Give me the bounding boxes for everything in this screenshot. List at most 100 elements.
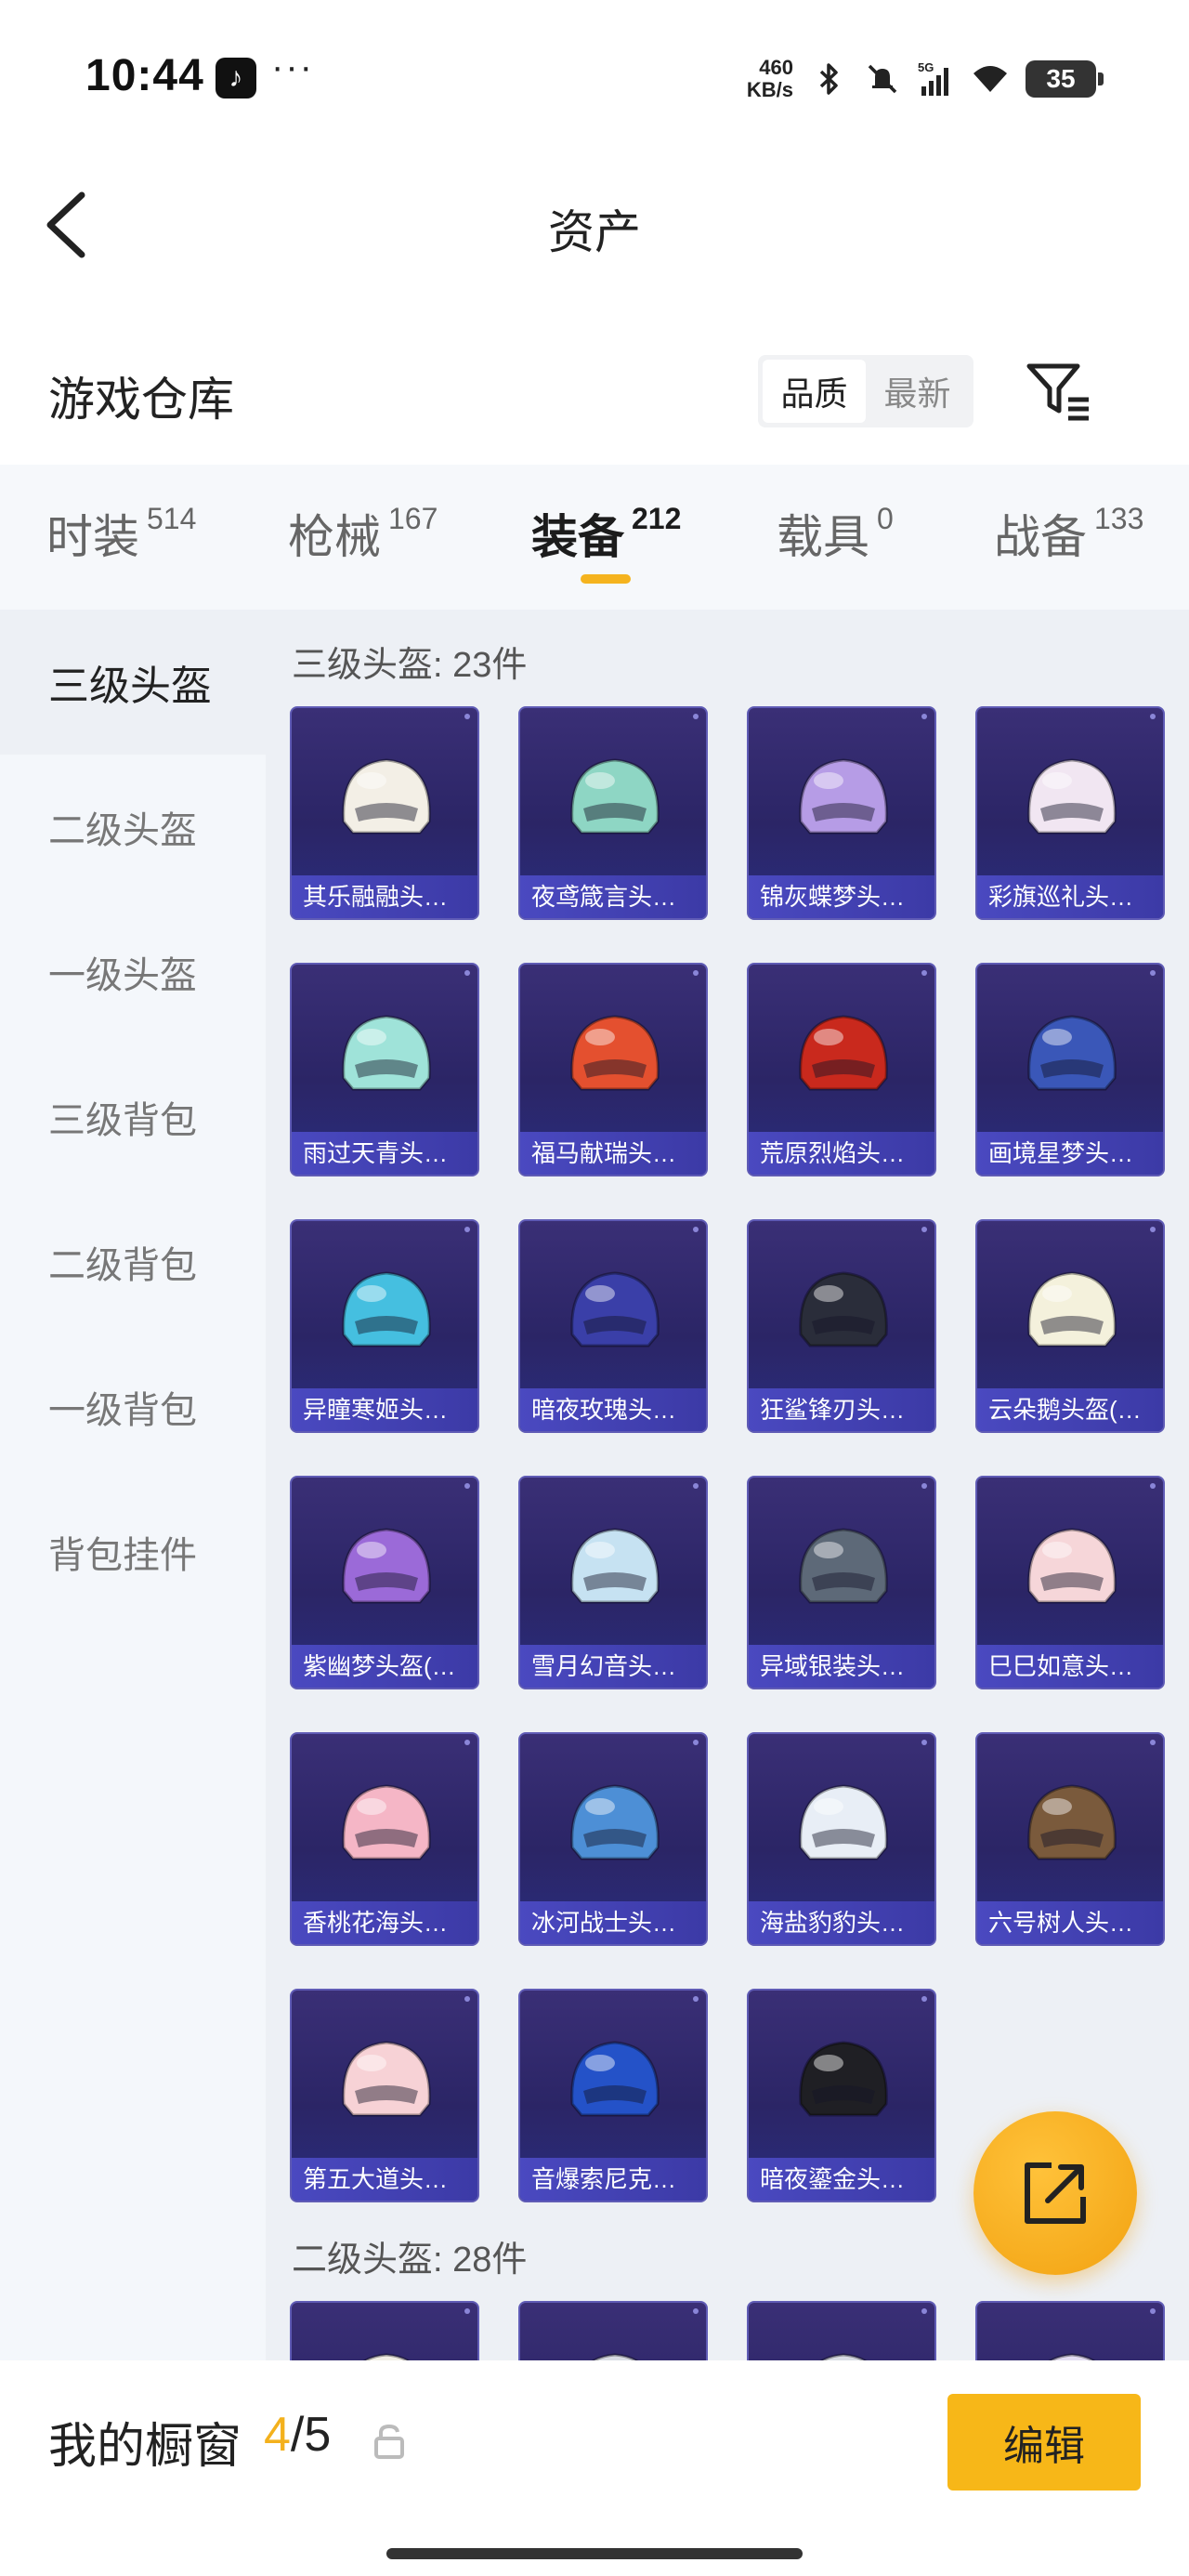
showcase-separator: /	[290, 2408, 305, 2462]
item-card[interactable]: 雨过天青头…	[290, 963, 479, 1176]
item-name: 音爆索尼克…	[520, 2158, 706, 2201]
card-corner-mark	[464, 1740, 470, 1745]
item-name: 雨过天青头…	[292, 1132, 477, 1175]
mute-icon	[868, 64, 897, 94]
item-card[interactable]: 画境星梦头…	[975, 963, 1165, 1176]
item-card[interactable]: 福马献瑞头…	[518, 963, 708, 1176]
sort-newest-option[interactable]: 最新	[866, 360, 969, 423]
item-card[interactable]	[975, 2301, 1165, 2360]
helmet-icon	[819, 2353, 868, 2360]
tab-equipment[interactable]: 装备 212	[531, 500, 681, 567]
net-speed-value: 460	[759, 56, 793, 79]
helmet-icon	[1048, 2353, 1096, 2360]
helmet-icon	[342, 1015, 431, 1091]
card-corner-mark	[693, 1740, 699, 1745]
sidebar-item-level3-helmet[interactable]: 三级头盔	[0, 610, 266, 755]
card-corner-mark	[921, 970, 927, 976]
helmet-icon	[570, 1271, 660, 1347]
tab-label: 枪械	[288, 511, 381, 563]
item-card[interactable]: 海盐豹豹头…	[747, 1732, 936, 1946]
item-name: 夜鸢箴言头…	[520, 875, 706, 918]
item-card[interactable]: 夜鸢箴言头…	[518, 706, 708, 920]
item-name: 异瞳寒姬头…	[292, 1388, 477, 1431]
item-card[interactable]: 其乐融融头…	[290, 706, 479, 920]
item-name: 云朵鹅头盔(…	[977, 1388, 1163, 1431]
status-time: 10:44	[85, 51, 204, 100]
item-card[interactable]: 锦灰蝶梦头…	[747, 706, 936, 920]
item-card[interactable]: 冰河战士头…	[518, 1732, 708, 1946]
item-name: 第五大道头…	[292, 2158, 477, 2201]
sidebar-item-level2-helmet[interactable]: 二级头盔	[0, 755, 266, 900]
sidebar-item-level3-backpack[interactable]: 三级背包	[0, 1045, 266, 1189]
item-card[interactable]: 异瞳寒姬头…	[290, 1219, 479, 1433]
content-area: 三级头盔 二级头盔 一级头盔 三级背包 二级背包 一级背包 背包挂件 三级头盔:…	[0, 610, 1189, 2360]
card-corner-mark	[1150, 714, 1156, 719]
item-card[interactable]: 荒原烈焰头…	[747, 963, 936, 1176]
sidebar-item-backpack-pendant[interactable]: 背包挂件	[0, 1479, 266, 1624]
item-card[interactable]: 异域银装头…	[747, 1476, 936, 1689]
tab-count: 133	[1094, 502, 1144, 535]
helmet-icon	[342, 1528, 431, 1604]
item-card[interactable]: 暗夜鎏金头…	[747, 1989, 936, 2202]
helmet-icon	[362, 2353, 411, 2360]
filter-icon[interactable]	[1022, 353, 1096, 427]
item-card[interactable]: 彩旗巡礼头…	[975, 706, 1165, 920]
item-card[interactable]: 雪月幻音头…	[518, 1476, 708, 1689]
item-card[interactable]: 第五大道头…	[290, 1989, 479, 2202]
item-card[interactable]: 香桃花海头…	[290, 1732, 479, 1946]
status-bar: 10:44 ♪ ··· 460 KB/s 5G 35	[0, 0, 1189, 158]
wifi-icon	[973, 66, 1007, 92]
tab-guns[interactable]: 枪械 167	[288, 500, 438, 567]
tab-count: 0	[877, 502, 894, 535]
helmet-icon	[342, 2041, 431, 2117]
helmet-icon	[1027, 1015, 1117, 1091]
tab-vehicles[interactable]: 载具 0	[777, 500, 894, 567]
battery-icon: 35	[1026, 60, 1104, 98]
item-name: 画境星梦头…	[977, 1132, 1163, 1175]
item-name: 异域银装头…	[749, 1645, 934, 1688]
card-corner-mark	[1150, 970, 1156, 976]
item-card[interactable]: 狂鲨锋刃头…	[747, 1219, 936, 1433]
item-name: 锦灰蝶梦头…	[749, 875, 934, 918]
item-card[interactable]: 音爆索尼克…	[518, 1989, 708, 2202]
item-card[interactable]	[747, 2301, 936, 2360]
edit-button[interactable]: 编辑	[947, 2394, 1141, 2491]
item-card[interactable]: 巳巳如意头…	[975, 1476, 1165, 1689]
item-card[interactable]	[518, 2301, 708, 2360]
item-name: 暗夜玫瑰头…	[520, 1388, 706, 1431]
sidebar-item-level1-helmet[interactable]: 一级头盔	[0, 900, 266, 1045]
helmet-icon	[570, 758, 660, 835]
bluetooth-icon	[819, 63, 838, 95]
tab-fashion[interactable]: 时装 514	[46, 500, 196, 567]
group-title-level2-helmet: 二级头盔: 28件	[292, 2241, 528, 2280]
item-card[interactable]: 六号树人头…	[975, 1732, 1165, 1946]
active-tab-indicator	[581, 574, 631, 584]
tab-combat-gear[interactable]: 战备 133	[994, 500, 1143, 567]
card-corner-mark	[1150, 1740, 1156, 1745]
card-corner-mark	[1150, 1483, 1156, 1489]
share-fab[interactable]	[973, 2111, 1137, 2275]
item-card[interactable]	[290, 2301, 479, 2360]
item-name: 巳巳如意头…	[977, 1645, 1163, 1688]
tab-label: 战备	[994, 511, 1087, 563]
card-corner-mark	[921, 1227, 927, 1232]
item-card[interactable]: 暗夜玫瑰头…	[518, 1219, 708, 1433]
home-indicator	[386, 2548, 803, 2559]
card-corner-mark	[921, 1996, 927, 2002]
helmet-icon	[570, 2041, 660, 2117]
item-name: 福马献瑞头…	[520, 1132, 706, 1175]
item-name: 海盐豹豹头…	[749, 1901, 934, 1944]
item-card[interactable]: 紫幽梦头盔(…	[290, 1476, 479, 1689]
sidebar-item-level1-backpack[interactable]: 一级背包	[0, 1334, 266, 1479]
tiktok-icon: ♪	[216, 58, 256, 99]
card-corner-mark	[464, 1483, 470, 1489]
card-corner-mark	[921, 1740, 927, 1745]
item-card[interactable]: 云朵鹅头盔(…	[975, 1219, 1165, 1433]
sidebar-item-level2-backpack[interactable]: 二级背包	[0, 1189, 266, 1334]
sort-quality-option[interactable]: 品质	[763, 360, 866, 423]
item-name: 其乐融融头…	[292, 875, 477, 918]
helmet-icon	[591, 2353, 639, 2360]
signal-5g-icon: 5G	[918, 60, 948, 96]
sort-toggle: 品质 最新	[758, 355, 973, 427]
subcategory-sidebar: 三级头盔 二级头盔 一级头盔 三级背包 二级背包 一级背包 背包挂件	[0, 610, 266, 2360]
